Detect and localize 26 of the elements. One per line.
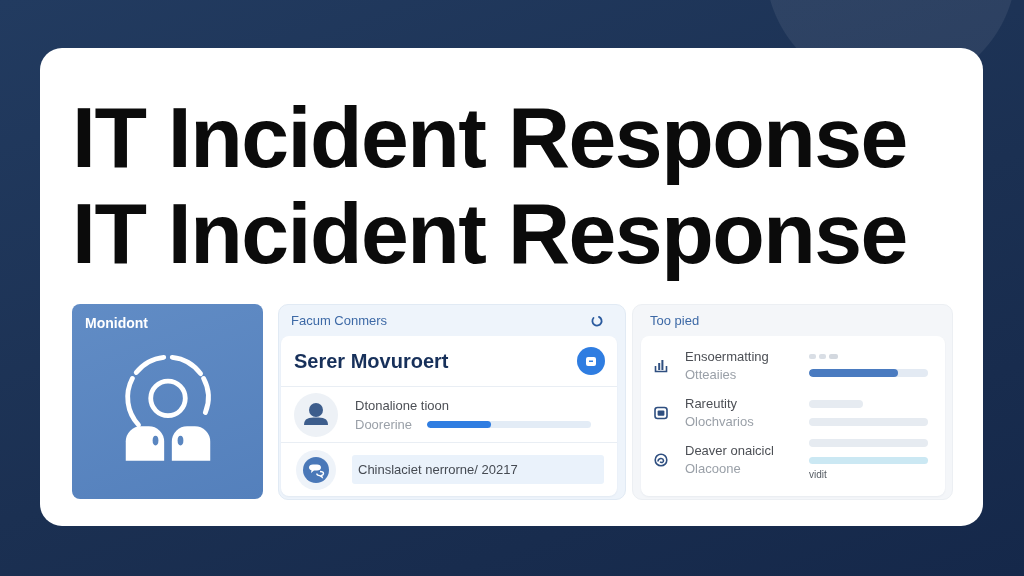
headline: IT Incident Response <box>72 185 907 281</box>
row-title: Dtonalione tioon <box>355 396 449 414</box>
bar-chart-icon <box>654 358 668 373</box>
row-subtitle: Olochvarios <box>685 413 754 430</box>
card-title: Serer Movuroert <box>294 349 449 373</box>
dots-icon <box>809 354 841 359</box>
row-subtitle: Olacoone <box>685 460 741 477</box>
panel-title: Too pied <box>650 312 700 329</box>
caption-text: vidit <box>809 468 827 481</box>
window-icon <box>654 405 668 420</box>
row-title: Ensoermatting <box>685 348 769 365</box>
row-subtitle: Otteaiies <box>685 366 737 383</box>
panel-title: Facum Conmers <box>291 312 388 329</box>
chat-icon <box>296 449 336 490</box>
input-field[interactable]: Chinslaciet nerrorne/ 20217 <box>352 455 604 484</box>
row-title: Rareutity <box>685 395 738 412</box>
avatar-icon <box>294 392 338 437</box>
row-subtitle: Doorerine <box>355 415 413 433</box>
panel-title: Monidont <box>85 314 148 332</box>
square-icon <box>586 356 596 366</box>
refresh-icon[interactable] <box>591 314 603 327</box>
action-button[interactable] <box>577 347 605 375</box>
headline: IT Incident Response <box>72 89 907 185</box>
spiral-icon <box>654 452 668 467</box>
row-title: Deaver onaicicl <box>685 442 774 459</box>
placeholder-bar <box>809 399 863 408</box>
